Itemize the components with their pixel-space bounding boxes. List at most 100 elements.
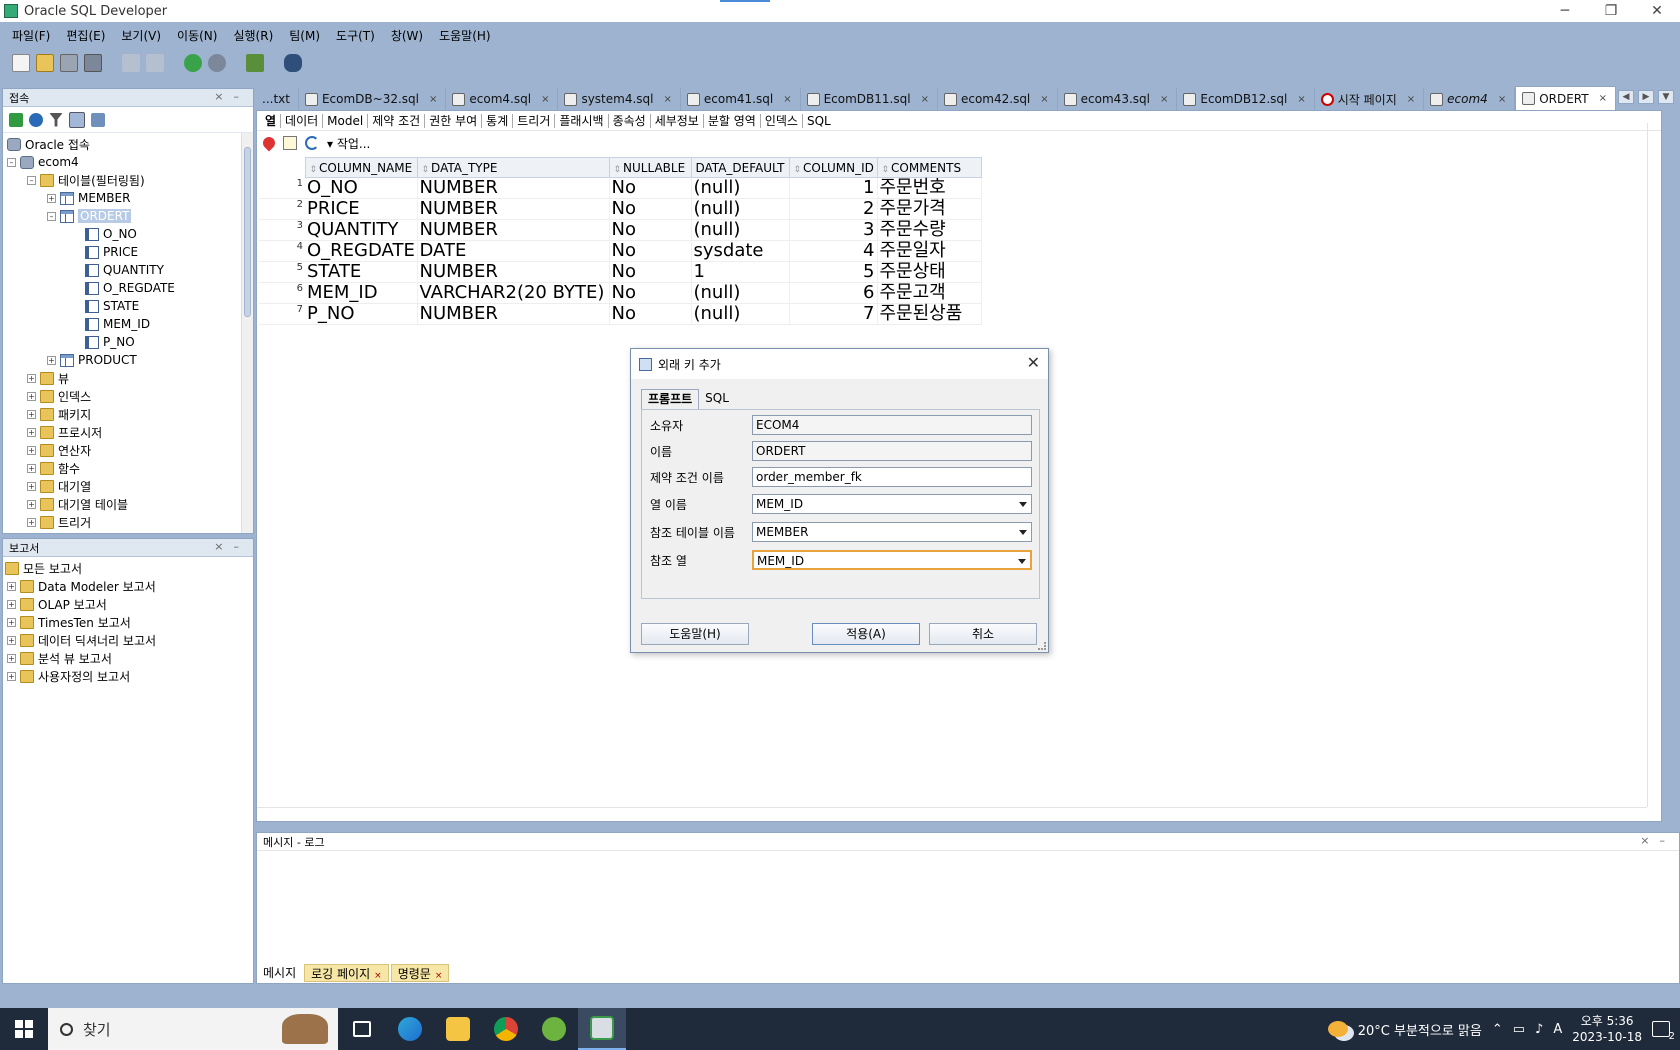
ref-column-select[interactable]: MEM_ID [752, 550, 1032, 570]
tab-ecom42[interactable]: ecom42.sql × [938, 88, 1058, 110]
column-name-select[interactable]: MEM_ID [752, 494, 1032, 514]
tab-ecom43[interactable]: ecom43.sql × [1058, 88, 1178, 110]
cell-data-default[interactable]: sysdate [691, 240, 790, 262]
tab-list-icon[interactable]: ▼ [1658, 90, 1674, 104]
explorer-app[interactable] [434, 1008, 482, 1050]
subtab-partitions[interactable]: 분할 영역 [704, 113, 761, 128]
cell-column-id[interactable]: 7 [789, 303, 878, 325]
expand-icon[interactable]: + [7, 581, 16, 591]
header-column-id[interactable]: ⇕ COLUMN_ID [788, 157, 878, 178]
table-row[interactable]: 3 QUANTITY NUMBER No (null) 3 주문수량 [259, 219, 982, 241]
close-tab-icon[interactable]: × [1160, 94, 1168, 105]
cell-column-id[interactable]: 3 [789, 219, 878, 241]
cell-data-type[interactable]: NUMBER [417, 219, 610, 241]
header-data-default[interactable]: DATA_DEFAULT [690, 157, 790, 178]
save-all-icon[interactable] [84, 54, 102, 72]
weather-text[interactable]: 20°C 부분적으로 맑음 [1358, 1020, 1482, 1039]
cell-data-default[interactable]: (null) [691, 303, 790, 325]
subtab-model[interactable]: Model [323, 113, 369, 128]
tree-table-product[interactable]: + PRODUCT [47, 351, 137, 369]
volume-icon[interactable]: ♪ [1535, 1022, 1543, 1037]
tree-table-ordert[interactable]: – ORDERT [47, 207, 132, 225]
undo-icon[interactable] [122, 54, 140, 72]
expand-icon[interactable]: + [47, 355, 56, 365]
collapse-all-icon[interactable] [91, 112, 105, 127]
cell-nullable[interactable]: No [609, 198, 692, 220]
menu-view[interactable]: 보기(V) [113, 27, 169, 44]
cell-comments[interactable]: 주문가격 [877, 198, 982, 220]
table-row[interactable]: 5 STATE NUMBER No 1 5 주문상태 [259, 261, 982, 283]
tree-triggers[interactable]: + 트리거 [27, 513, 91, 531]
table-row[interactable]: 7 P_NO NUMBER No (null) 7 주문된상품 [259, 303, 982, 325]
tree-column[interactable]: O_NO [85, 225, 137, 243]
subtab-grants[interactable]: 권한 부여 [425, 113, 483, 128]
subtab-flashback[interactable]: 플래시백 [555, 113, 609, 128]
expand-icon[interactable]: + [27, 391, 36, 401]
subtab-constraints[interactable]: 제약 조건 [368, 113, 426, 128]
refresh-icon[interactable] [305, 136, 319, 150]
close-tab-icon[interactable]: × [1498, 94, 1506, 105]
close-tab-icon[interactable]: × [921, 94, 929, 105]
cell-nullable[interactable]: No [609, 282, 692, 304]
redo-icon[interactable] [146, 54, 164, 72]
cell-nullable[interactable]: No [609, 303, 692, 325]
ref-table-select[interactable]: MEMBER [752, 522, 1032, 542]
tree-oracle-connections[interactable]: Oracle 접속 [7, 135, 90, 153]
tree-column[interactable]: QUANTITY [85, 261, 164, 279]
close-tab-icon[interactable]: × [1297, 94, 1305, 105]
expand-icon[interactable]: + [27, 499, 36, 509]
dialog-tab-sql[interactable]: SQL [699, 389, 735, 409]
actions-menu[interactable]: ▾ 작업... [327, 135, 370, 152]
tree-column[interactable]: P_NO [85, 333, 135, 351]
expand-icon[interactable]: + [7, 599, 16, 609]
new-file-icon[interactable] [12, 54, 30, 72]
header-column-name[interactable]: ⇕ COLUMN_NAME [304, 157, 418, 178]
expand-icon[interactable]: + [27, 481, 36, 491]
expand-icon[interactable]: + [7, 635, 16, 645]
subtab-sql[interactable]: SQL [803, 114, 835, 128]
menu-edit[interactable]: 편집(E) [58, 27, 113, 44]
close-tab-icon[interactable]: × [1407, 94, 1415, 105]
tree-column[interactable]: O_REGDATE [85, 279, 175, 297]
tab-start-page[interactable]: 시작 페이지 × [1315, 88, 1425, 110]
cell-data-default[interactable]: (null) [691, 219, 790, 241]
cell-data-default[interactable]: (null) [691, 177, 790, 199]
clock[interactable]: 오후 5:36 2023-10-18 [1572, 1013, 1642, 1045]
tab-ecom41[interactable]: ecom41.sql × [681, 88, 801, 110]
cell-nullable[interactable]: No [609, 177, 692, 199]
cell-comments[interactable]: 주문수량 [877, 219, 982, 241]
minimize-button[interactable]: ─ [1542, 0, 1588, 22]
table-row[interactable]: 6 MEM_ID VARCHAR2(20 BYTE) No (null) 6 주… [259, 282, 982, 304]
pane-controls[interactable]: ×– [214, 90, 249, 103]
sqldeveloper-app[interactable] [578, 1008, 626, 1050]
filter-icon[interactable] [49, 112, 63, 127]
table-row[interactable]: 1 O_NO NUMBER No (null) 1 주문번호 [259, 177, 982, 199]
open-folder-icon[interactable] [36, 54, 54, 72]
cell-column-name[interactable]: O_NO [305, 177, 418, 199]
schema-browser-icon[interactable] [69, 111, 85, 128]
tree-table-member[interactable]: + MEMBER [47, 189, 130, 207]
tab-ecomdb12[interactable]: EcomDB12.sql × [1177, 88, 1315, 110]
tree-column[interactable]: STATE [85, 297, 139, 315]
expand-icon[interactable]: + [27, 517, 36, 527]
chrome-app[interactable] [482, 1008, 530, 1050]
cell-data-type[interactable]: NUMBER [417, 303, 610, 325]
tree-report[interactable]: + 사용자정의 보고서 [7, 667, 130, 685]
cell-data-default[interactable]: (null) [691, 198, 790, 220]
back-icon[interactable] [184, 54, 202, 72]
grid-horizontal-scrollbar[interactable] [257, 807, 1647, 821]
cell-comments[interactable]: 주문상태 [877, 261, 982, 283]
expand-icon[interactable]: + [7, 653, 16, 663]
taskbar-search[interactable]: 찾기 [48, 1008, 338, 1050]
collapse-icon[interactable]: – [7, 157, 16, 167]
pane-controls[interactable]: ×– [1640, 834, 1675, 847]
task-view-button[interactable] [338, 1008, 386, 1050]
expand-icon[interactable]: + [47, 193, 56, 203]
scrollbar-thumb[interactable] [244, 147, 251, 317]
tree-scrollbar[interactable] [241, 133, 253, 533]
chevron-up-icon[interactable]: ⌃ [1492, 1022, 1503, 1037]
weather-icon[interactable] [1327, 1021, 1348, 1037]
close-tab-icon[interactable]: × [435, 971, 443, 981]
tree-column[interactable]: PRICE [85, 243, 138, 261]
close-tab-icon[interactable]: × [783, 94, 791, 105]
